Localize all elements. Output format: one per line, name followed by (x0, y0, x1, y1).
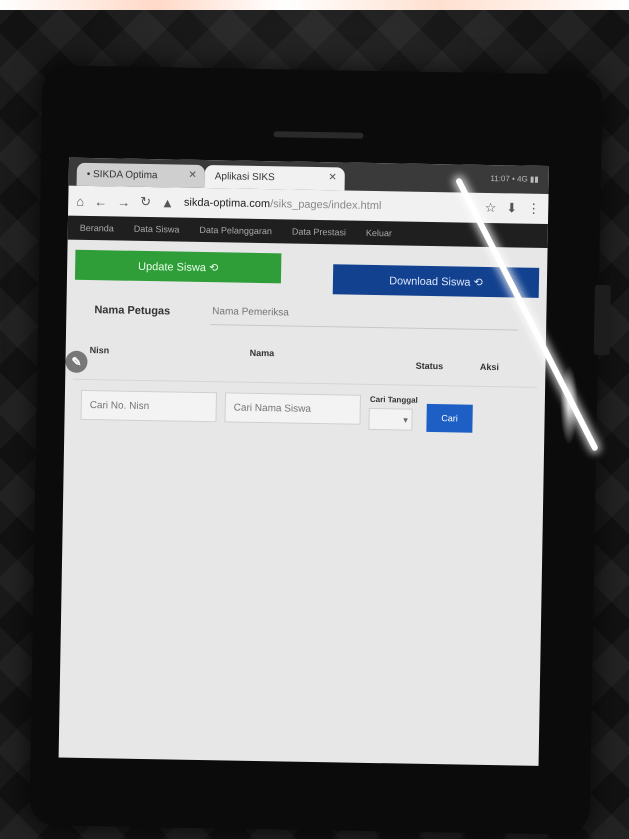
nav-item-data-prestasi[interactable]: Data Prestasi (292, 227, 346, 238)
warning-icon: ▲ (160, 194, 175, 210)
browser-tab-active[interactable]: Aplikasi SIKS ✕ (204, 165, 345, 191)
browser-tab-sikda[interactable]: • SIKDA Optima ✕ (76, 162, 205, 189)
column-header-nisn: Nisn (89, 345, 110, 356)
search-button[interactable]: Cari (426, 403, 473, 433)
url-path: /siks_pages/index.html (270, 198, 382, 213)
column-header-nama: Nama (249, 347, 275, 359)
nav-item-data-pelanggaran[interactable]: Data Pelanggaran (199, 225, 272, 236)
filter-row: Cari Tanggal ▾ Cari (72, 389, 537, 434)
tab-label: • SIKDA Optima (86, 168, 158, 182)
column-header-status: Status (415, 360, 444, 372)
light-glare-spot (560, 365, 578, 445)
close-icon[interactable]: ✕ (328, 172, 337, 183)
tanggal-label: Cari Tanggal (369, 394, 418, 405)
download-icon[interactable]: ⬇ (506, 200, 517, 216)
nav-item-data-siswa[interactable]: Data Siswa (134, 224, 180, 235)
back-icon[interactable]: ← (94, 194, 107, 209)
url-host: sikda-optima.com (183, 196, 271, 211)
tablet-screen: • SIKDA Optima ✕ Aplikasi SIKS ✕ 11:07 •… (58, 157, 549, 766)
chevron-down-icon: ▾ (403, 415, 408, 425)
nav-item-keluar[interactable]: Keluar (366, 228, 392, 238)
petugas-label: Nama Petugas (94, 303, 171, 317)
column-header-aksi: Aksi (479, 361, 500, 373)
edit-icon[interactable]: ✎ (65, 350, 88, 373)
nisn-search-input[interactable] (80, 389, 217, 423)
home-icon[interactable]: ⌂ (76, 193, 84, 208)
reload-icon[interactable]: ↻ (140, 194, 151, 210)
forward-icon[interactable]: → (117, 194, 130, 209)
status-indicators: 11:07 • 4G ▮▮ (490, 174, 539, 184)
close-icon[interactable]: ✕ (188, 170, 197, 181)
action-buttons: Update Siswa ⟲ Download Siswa ⟲ (74, 249, 540, 298)
tablet-device: • SIKDA Optima ✕ Aplikasi SIKS ✕ 11:07 •… (29, 65, 611, 835)
tanggal-select[interactable]: ▾ (368, 407, 413, 431)
side-button (593, 284, 611, 356)
star-icon[interactable]: ☆ (485, 200, 497, 216)
menu-icon[interactable]: ⋮ (527, 201, 540, 217)
nama-search-input[interactable] (224, 392, 361, 425)
nav-item-beranda[interactable]: Beranda (80, 223, 114, 234)
tanggal-filter: Cari Tanggal ▾ (368, 395, 419, 431)
speaker-grille (273, 131, 364, 139)
table-header: ✎ Nisn Nama Status Aksi (65, 344, 538, 388)
top-banner-strip (0, 0, 629, 10)
update-siswa-button[interactable]: Update Siswa ⟲ (74, 249, 282, 284)
main-content: Update Siswa ⟲ Download Siswa ⟲ Nama Pet… (64, 240, 547, 444)
tab-label: Aplikasi SIKS (214, 171, 275, 184)
petugas-name-input[interactable] (209, 298, 519, 331)
url-field[interactable]: sikda-optima.com/siks_pages/index.html (184, 197, 475, 214)
petugas-row: Nama Petugas (74, 296, 538, 331)
